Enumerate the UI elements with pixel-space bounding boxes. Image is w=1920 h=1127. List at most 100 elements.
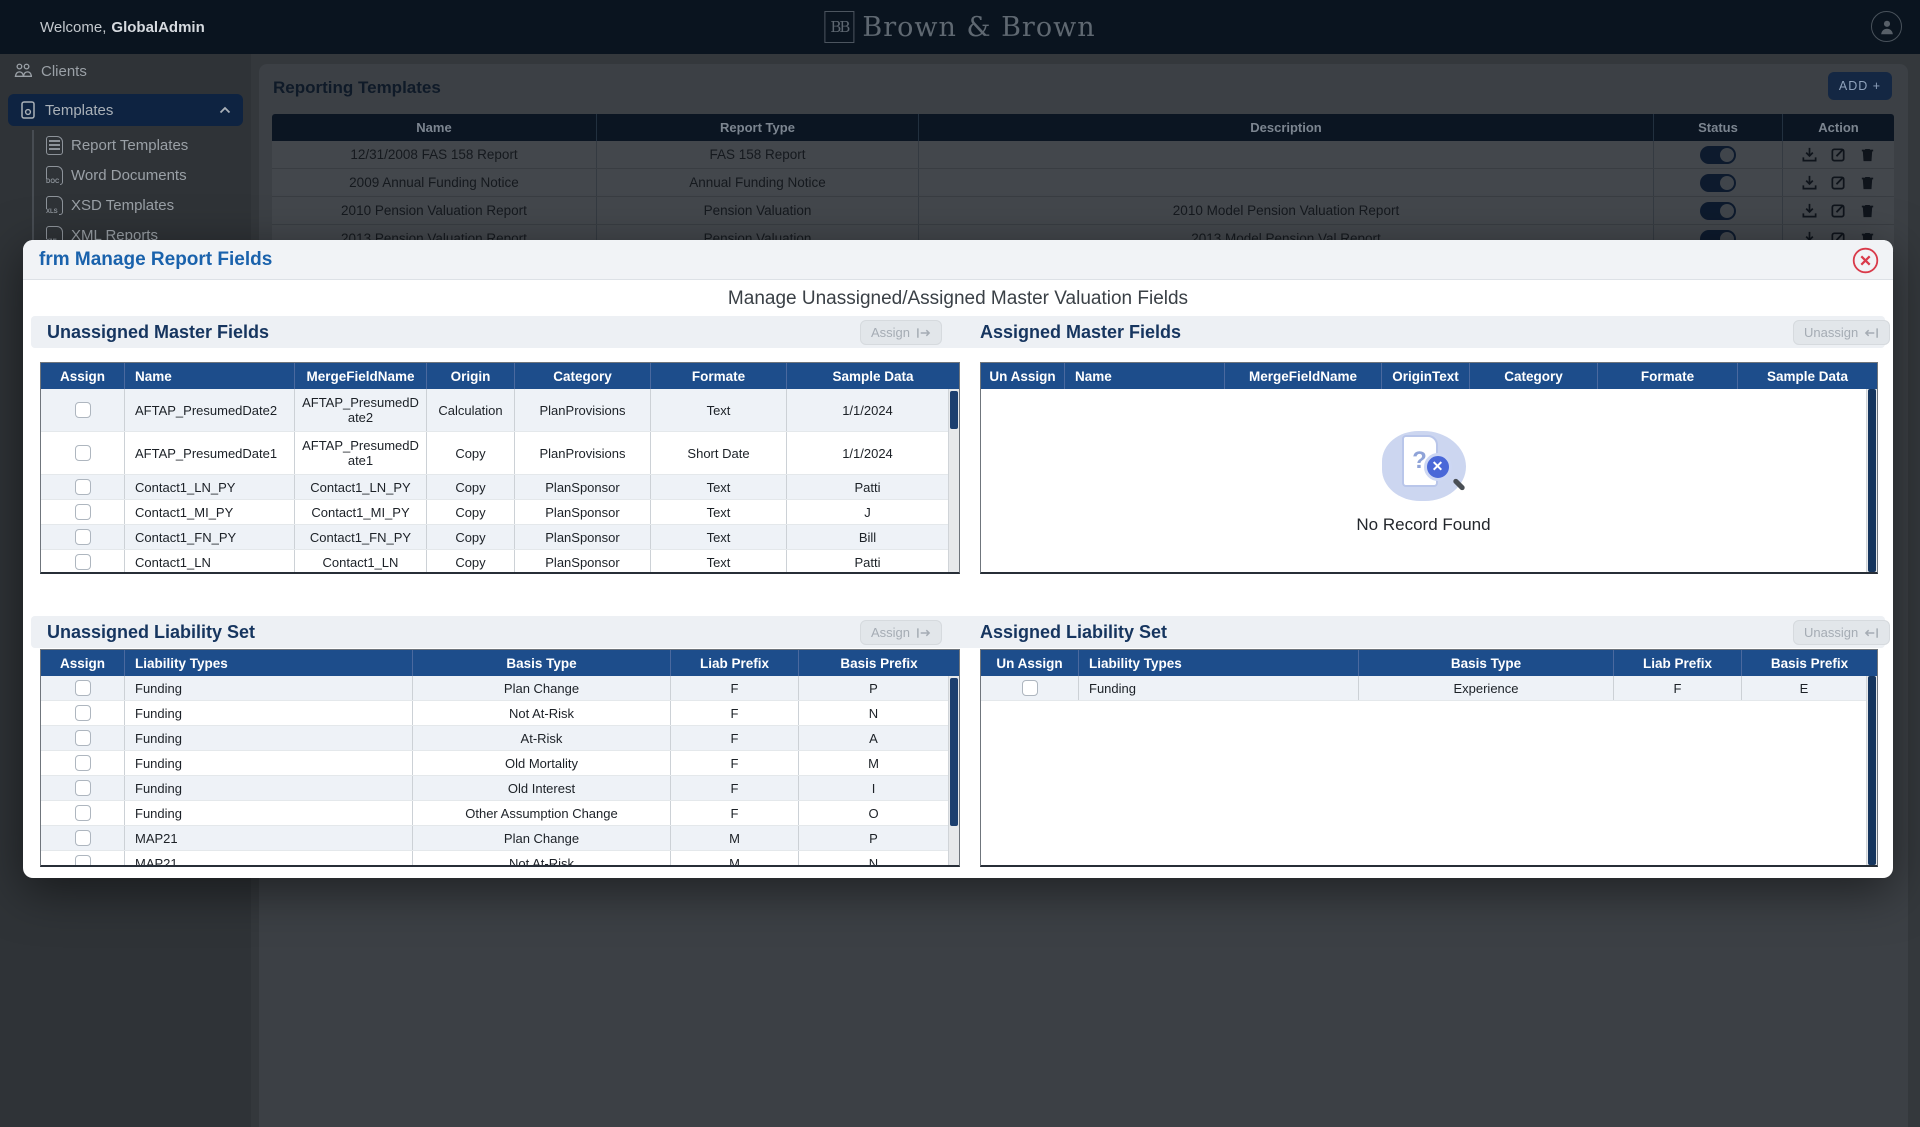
brand-monogram-icon: BB (824, 11, 854, 43)
edit-icon[interactable] (1830, 146, 1847, 163)
report-templates-icon (46, 136, 63, 155)
xls-file-icon: XLS (46, 196, 63, 215)
delete-icon[interactable] (1859, 146, 1876, 163)
sidebar-item-label: Report Templates (71, 137, 188, 154)
add-button[interactable]: ADD + (1828, 72, 1892, 100)
reporting-templates-table: Name Report Type Description Status Acti… (272, 114, 1894, 253)
download-icon[interactable] (1801, 146, 1818, 163)
scrollbar-thumb[interactable] (1868, 389, 1876, 572)
no-record-icon: ? ✕ (1376, 427, 1472, 505)
master-fields-header-band: Unassigned Master Fields Assign Assigned… (31, 316, 1885, 348)
no-record-found: ? ✕ No Record Found (981, 389, 1866, 572)
username: GlobalAdmin (111, 19, 204, 36)
assigned-liability-heading: Assigned Liability Set (980, 616, 1167, 648)
column-header: Status (1653, 114, 1782, 141)
table-row: Funding Experience F E (981, 676, 1866, 701)
unassigned-master-table: Assign Name MergeFieldName Origin Catego… (40, 362, 960, 574)
row-checkbox[interactable] (75, 780, 91, 796)
table-header-row: Name Report Type Description Status Acti… (272, 114, 1894, 141)
column-header: Sample Data (1738, 363, 1877, 389)
table-row: AFTAP_PresumedDate1 AFTAP_PresumedDate1 … (41, 432, 948, 475)
table-row: 12/31/2008 FAS 158 Report FAS 158 Report (272, 141, 1894, 169)
column-header: Liability Types (1079, 650, 1359, 676)
edit-icon[interactable] (1830, 202, 1847, 219)
table-row: 2009 Annual Funding Notice Annual Fundin… (272, 169, 1894, 197)
modal-title-bar: frm Manage Report Fields (23, 240, 1893, 280)
table-header-row: Assign Name MergeFieldName Origin Catego… (41, 363, 959, 389)
vertical-scrollbar[interactable] (948, 676, 959, 865)
screen: Welcome, GlobalAdmin BB Brown & Brown Cl… (0, 0, 1920, 1127)
row-checkbox[interactable] (75, 479, 91, 495)
chevron-up-icon (219, 106, 231, 114)
scrollbar-thumb[interactable] (1868, 676, 1876, 865)
row-checkbox[interactable] (75, 855, 91, 867)
column-header: Basis Prefix (799, 650, 959, 676)
column-header: Report Type (596, 114, 918, 141)
close-icon[interactable] (1852, 247, 1879, 274)
status-toggle[interactable] (1700, 174, 1736, 192)
unassign-liability-button[interactable]: Unassign (1793, 620, 1890, 645)
user-avatar[interactable] (1871, 11, 1902, 42)
brand-name: Brown & Brown (862, 12, 1095, 43)
sidebar-item-xsd-templates[interactable]: XLS XSD Templates (40, 190, 251, 220)
table-row: Contact1_FN_PY Contact1_FN_PY Copy PlanS… (41, 525, 948, 550)
row-checkbox[interactable] (75, 755, 91, 771)
column-header: Action (1782, 114, 1894, 141)
modal-subtitle: Manage Unassigned/Assigned Master Valuat… (23, 288, 1893, 310)
column-header: Category (1470, 363, 1598, 389)
row-checkbox[interactable] (75, 445, 91, 461)
row-checkbox[interactable] (75, 705, 91, 721)
sidebar-item-report-templates[interactable]: Report Templates (40, 130, 251, 160)
sidebar-item-label: Clients (41, 63, 87, 80)
assign-liability-button[interactable]: Assign (860, 620, 942, 645)
table-row: Funding Other Assumption Change F O (41, 801, 948, 826)
row-checkbox[interactable] (75, 830, 91, 846)
doc-file-icon: DOC (46, 166, 63, 185)
column-header: Basis Type (413, 650, 671, 676)
scrollbar-thumb[interactable] (950, 678, 958, 826)
row-checkbox[interactable] (75, 805, 91, 821)
vertical-scrollbar[interactable] (1866, 676, 1877, 865)
row-checkbox[interactable] (1022, 680, 1038, 696)
assign-master-button[interactable]: Assign (860, 320, 942, 345)
download-icon[interactable] (1801, 202, 1818, 219)
row-checkbox[interactable] (75, 504, 91, 520)
unassign-arrow-icon (1864, 627, 1879, 639)
column-header: Name (272, 114, 596, 141)
column-header: Category (515, 363, 651, 389)
sidebar-item-clients[interactable]: Clients (0, 54, 251, 88)
row-checkbox[interactable] (75, 402, 91, 418)
table-row: AFTAP_PresumedDate2 AFTAP_PresumedDate2 … (41, 389, 948, 432)
delete-icon[interactable] (1859, 202, 1876, 219)
edit-icon[interactable] (1830, 174, 1847, 191)
page-title: Reporting Templates (273, 78, 441, 98)
column-header: OriginText (1382, 363, 1470, 389)
scrollbar-thumb[interactable] (950, 391, 958, 429)
table-row: MAP21 Not At-Risk M N (41, 851, 948, 867)
manage-report-fields-modal: frm Manage Report Fields Manage Unassign… (23, 240, 1893, 878)
row-checkbox[interactable] (75, 730, 91, 746)
sidebar-item-word-documents[interactable]: DOC Word Documents (40, 160, 251, 190)
row-checkbox[interactable] (75, 554, 91, 570)
status-toggle[interactable] (1700, 202, 1736, 220)
vertical-scrollbar[interactable] (948, 389, 959, 572)
download-icon[interactable] (1801, 174, 1818, 191)
table-row: Funding At-Risk F A (41, 726, 948, 751)
column-header: MergeFieldName (295, 363, 427, 389)
column-header: Formate (651, 363, 787, 389)
delete-icon[interactable] (1859, 174, 1876, 191)
clients-icon (14, 63, 32, 79)
sidebar-item-label: Word Documents (71, 167, 187, 184)
templates-icon (20, 101, 36, 119)
column-header: Basis Prefix (1742, 650, 1877, 676)
status-toggle[interactable] (1700, 146, 1736, 164)
unassigned-liability-heading: Unassigned Liability Set (47, 616, 255, 648)
vertical-scrollbar[interactable] (1866, 389, 1877, 572)
unassign-master-button[interactable]: Unassign (1793, 320, 1890, 345)
row-checkbox[interactable] (75, 680, 91, 696)
table-row: Contact1_LN_PY Contact1_LN_PY Copy PlanS… (41, 475, 948, 500)
row-checkbox[interactable] (75, 529, 91, 545)
assign-arrow-icon (916, 627, 931, 639)
column-header: Liab Prefix (671, 650, 799, 676)
sidebar-item-templates[interactable]: Templates (8, 94, 243, 126)
